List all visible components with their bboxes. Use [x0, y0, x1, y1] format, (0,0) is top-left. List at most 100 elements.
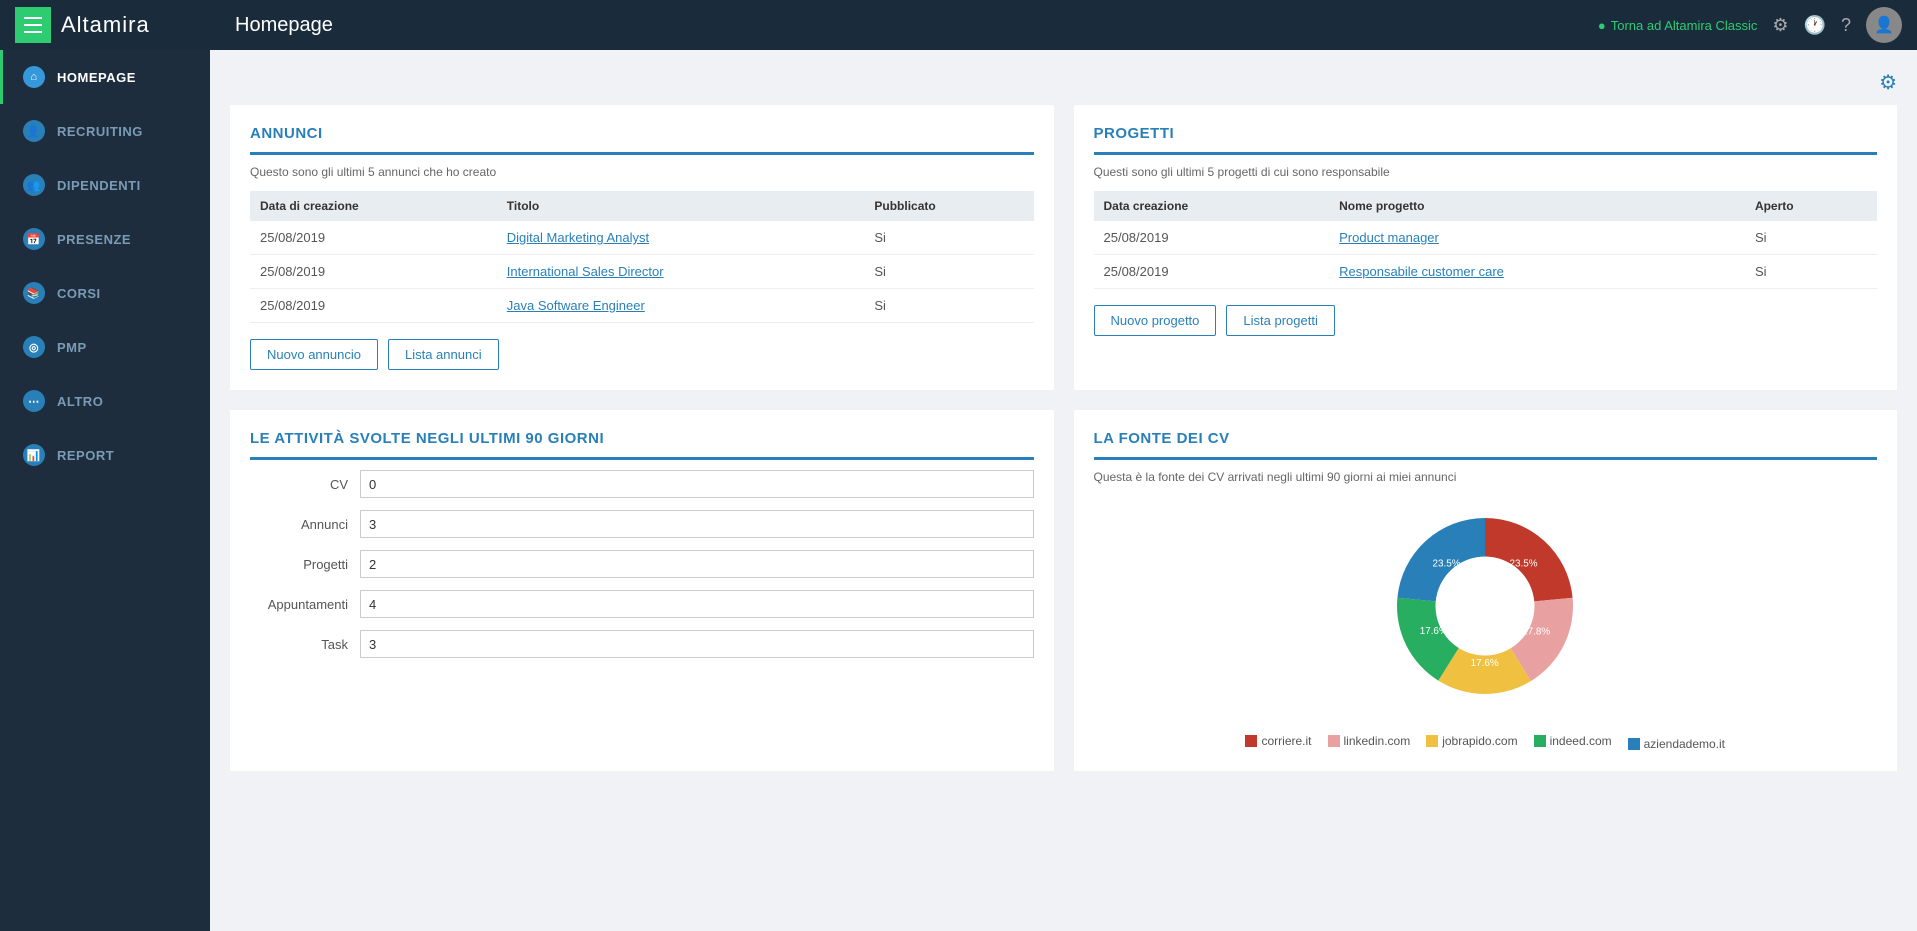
panels-grid: ANNUNCI Questo sono gli ultimi 5 annunci…: [230, 105, 1897, 390]
sidebar-item-presenze[interactable]: 📅 PRESENZE: [0, 212, 210, 266]
legend-item: indeed.com: [1534, 731, 1612, 751]
activities-rows: CV 0 Annunci 3 Progetti 2 Appuntamenti 4…: [250, 470, 1034, 658]
legend-label: aziendademo.it: [1644, 737, 1725, 751]
hamburger-line2: [24, 24, 42, 26]
content-gear-button[interactable]: ⚙: [1879, 70, 1897, 95]
chart-legend: corriere.it linkedin.com jobrapido.com inde…: [1245, 731, 1725, 751]
sidebar-item-pmp[interactable]: ◎ PMP: [0, 320, 210, 374]
sidebar-label-altro: ALTRO: [57, 394, 103, 409]
annunci-cell-title: Java Software Engineer: [497, 289, 865, 323]
activity-label: Annunci: [250, 517, 360, 532]
homepage-icon: ⌂: [23, 66, 45, 88]
legend-item: aziendademo.it: [1628, 737, 1725, 751]
activity-row: Annunci 3: [250, 510, 1034, 538]
donut-chart: 23.5%17.8%17.6%17.6%23.5%: [1375, 496, 1595, 716]
activity-row: CV 0: [250, 470, 1034, 498]
hamburger-button[interactable]: [15, 7, 51, 43]
hamburger-line3: [24, 31, 42, 33]
activity-label: CV: [250, 477, 360, 492]
nuovo-annuncio-button[interactable]: Nuovo annuncio: [250, 339, 378, 370]
corsi-icon: 📚: [23, 282, 45, 304]
progetti-subtitle: Questi sono gli ultimi 5 progetti di cui…: [1094, 165, 1878, 179]
annunci-cell-date: 25/08/2019: [250, 289, 497, 323]
hamburger-line1: [24, 17, 42, 19]
header-right: Torna ad Altamira Classic ⚙ 🕐 ? 👤: [1598, 7, 1902, 43]
annunci-table: Data di creazione Titolo Pubblicato 25/0…: [250, 191, 1034, 323]
fonte-cv-subtitle: Questa è la fonte dei CV arrivati negli …: [1094, 470, 1878, 484]
sidebar-item-corsi[interactable]: 📚 CORSI: [0, 266, 210, 320]
legend-label: indeed.com: [1550, 734, 1612, 748]
donut-label: 17.8%: [1522, 626, 1550, 637]
progetti-col-date: Data creazione: [1094, 191, 1330, 221]
legend-item: corriere.it: [1245, 731, 1311, 751]
activity-label: Progetti: [250, 557, 360, 572]
presenze-icon: 📅: [23, 228, 45, 250]
sidebar-label-recruiting: RECRUITING: [57, 124, 143, 139]
legend-color: [1534, 735, 1546, 747]
legend-row2: aziendademo.it: [1628, 737, 1725, 751]
fonte-cv-panel: LA FONTE DEI CV Questa è la fonte dei CV…: [1074, 410, 1898, 771]
report-icon: 📊: [23, 444, 45, 466]
activity-row: Appuntamenti 4: [250, 590, 1034, 618]
user-avatar[interactable]: 👤: [1866, 7, 1902, 43]
annunci-cell-date: 25/08/2019: [250, 255, 497, 289]
progetto-link[interactable]: Responsabile customer care: [1339, 264, 1504, 279]
annunci-title: ANNUNCI: [250, 125, 1034, 155]
settings-icon[interactable]: ⚙: [1772, 15, 1788, 36]
sidebar-item-homepage[interactable]: ⌂ HOMEPAGE: [0, 50, 210, 104]
legend-item: linkedin.com: [1328, 731, 1411, 751]
annunci-cell-published: Si: [864, 221, 1033, 255]
annunci-link[interactable]: Digital Marketing Analyst: [507, 230, 649, 245]
sidebar-item-recruiting[interactable]: 👤 RECRUITING: [0, 104, 210, 158]
sidebar-label-report: REPORT: [57, 448, 114, 463]
dipendenti-icon: 👥: [23, 174, 45, 196]
progetti-cell-title: Product manager: [1329, 221, 1745, 255]
clock-icon[interactable]: 🕐: [1804, 15, 1826, 36]
donut-label: 17.6%: [1420, 626, 1448, 637]
donut-label: 23.5%: [1433, 558, 1461, 569]
activity-bar: 3: [360, 630, 1034, 658]
progetti-cell-open: Si: [1745, 255, 1877, 289]
altro-icon: ⋯: [23, 390, 45, 412]
activity-label: Task: [250, 637, 360, 652]
legend-color: [1426, 735, 1438, 747]
activity-bar: 0: [360, 470, 1034, 498]
activity-value: 0: [369, 477, 376, 492]
annunci-link[interactable]: International Sales Director: [507, 264, 664, 279]
legend-item: jobrapido.com: [1426, 731, 1517, 751]
donut-center: [1445, 566, 1525, 646]
table-row: 25/08/2019 Digital Marketing Analyst Si: [250, 221, 1034, 255]
progetto-link[interactable]: Product manager: [1339, 230, 1439, 245]
annunci-cell-title: Digital Marketing Analyst: [497, 221, 865, 255]
nuovo-progetto-button[interactable]: Nuovo progetto: [1094, 305, 1217, 336]
sidebar-item-report[interactable]: 📊 REPORT: [0, 428, 210, 482]
legend-label: corriere.it: [1261, 734, 1311, 748]
help-icon[interactable]: ?: [1841, 15, 1851, 36]
lista-progetti-button[interactable]: Lista progetti: [1226, 305, 1334, 336]
table-row: 25/08/2019 Responsabile customer care Si: [1094, 255, 1878, 289]
main-layout: ⌂ HOMEPAGE 👤 RECRUITING 👥 DIPENDENTI 📅 P…: [0, 50, 1917, 931]
lista-annunci-button[interactable]: Lista annunci: [388, 339, 499, 370]
logo-text: Altamira: [61, 12, 150, 38]
sidebar-item-altro[interactable]: ⋯ ALTRO: [0, 374, 210, 428]
gear-top-right: ⚙: [230, 70, 1897, 95]
progetti-col-name: Nome progetto: [1329, 191, 1745, 221]
annunci-cell-published: Si: [864, 289, 1033, 323]
legend-label: jobrapido.com: [1442, 734, 1517, 748]
recruiting-icon: 👤: [23, 120, 45, 142]
progetti-panel: PROGETTI Questi sono gli ultimi 5 proget…: [1074, 105, 1898, 390]
sidebar: ⌂ HOMEPAGE 👤 RECRUITING 👥 DIPENDENTI 📅 P…: [0, 50, 210, 931]
progetti-cell-title: Responsabile customer care: [1329, 255, 1745, 289]
classic-link[interactable]: Torna ad Altamira Classic: [1598, 18, 1758, 33]
sidebar-item-dipendenti[interactable]: 👥 DIPENDENTI: [0, 158, 210, 212]
logo-area: Altamira: [15, 7, 225, 43]
progetti-cell-date: 25/08/2019: [1094, 221, 1330, 255]
activity-value: 2: [369, 557, 376, 572]
annunci-col-published: Pubblicato: [864, 191, 1033, 221]
annunci-col-title: Titolo: [497, 191, 865, 221]
activity-row: Task 3: [250, 630, 1034, 658]
activity-bar: 4: [360, 590, 1034, 618]
page-title: Homepage: [225, 14, 1598, 37]
chart-container: 23.5%17.8%17.6%17.6%23.5% corriere.itlin…: [1094, 496, 1878, 751]
annunci-link[interactable]: Java Software Engineer: [507, 298, 645, 313]
